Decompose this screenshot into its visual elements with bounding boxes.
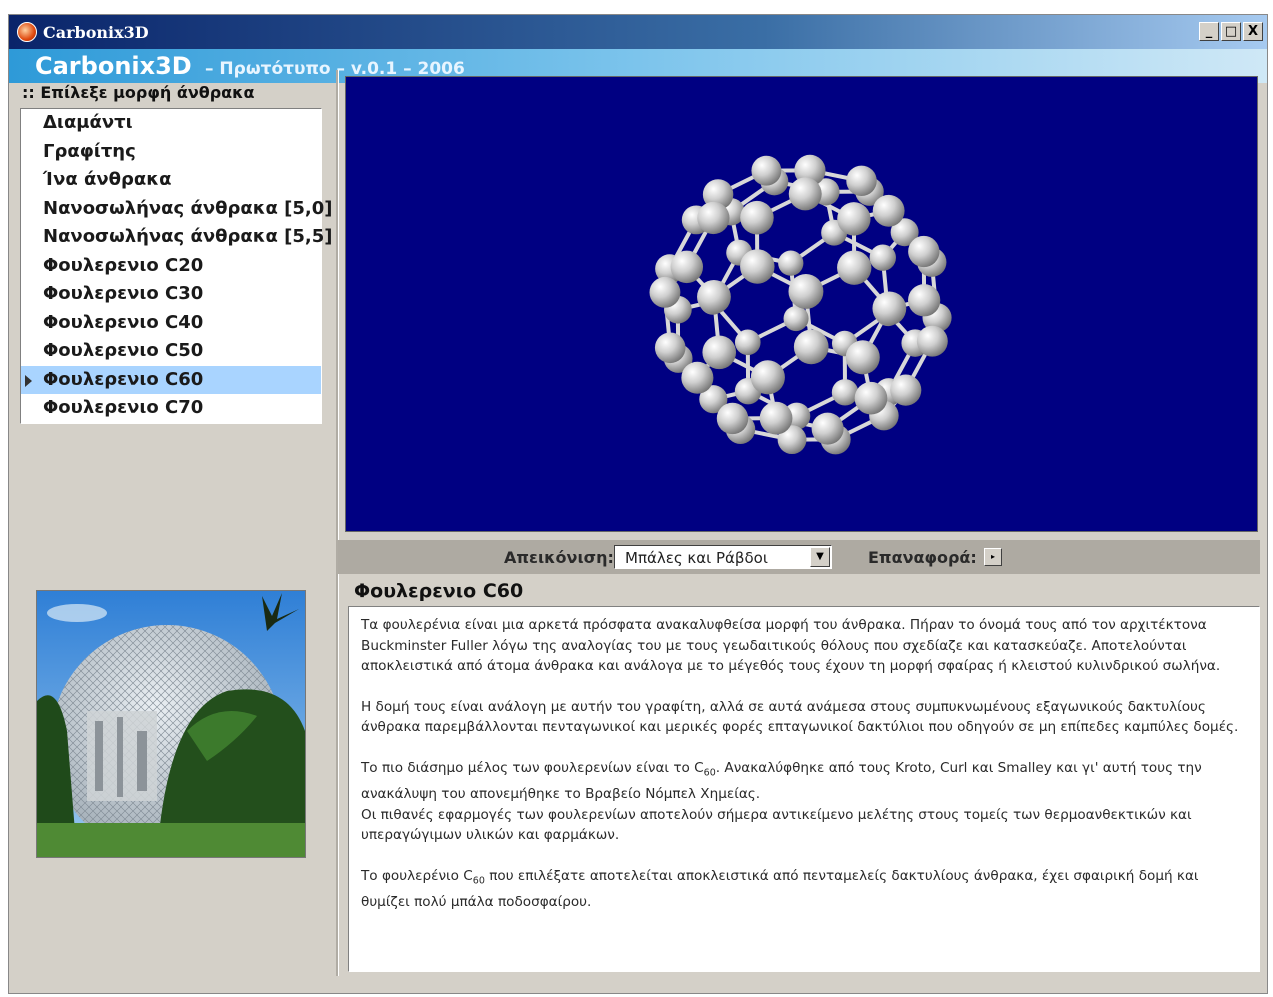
carbon-atom	[702, 335, 737, 370]
carbon-atom	[654, 332, 686, 364]
description-paragraph: Το φουλερένιο C60 που επιλέξατε αποτελεί…	[361, 868, 1199, 911]
carbon-atom	[890, 374, 922, 406]
list-item[interactable]: Νανοσωλήνας άνθρακα [5,5]	[21, 223, 333, 252]
list-item[interactable]: Φουλερενιο C50	[21, 337, 321, 366]
description-paragraph: Η δομή τους είναι ανάλογη με αυτήν του γ…	[361, 698, 1239, 736]
carbon-atom	[788, 273, 824, 309]
description-paragraph: Το πιο διάσημο μέλος των φουλερενίων είν…	[361, 759, 1202, 803]
carbon-atom	[788, 177, 822, 211]
carbon-atom	[869, 244, 896, 271]
maximize-button[interactable]: □	[1221, 22, 1241, 41]
window-controls: _ □ X	[1199, 22, 1263, 41]
close-button[interactable]: X	[1243, 22, 1263, 41]
carbon-atom	[697, 279, 731, 314]
list-item-label: Φουλερενιο C50	[43, 340, 204, 361]
banner-app-name: Carbonix3D	[35, 52, 192, 80]
selection-arrow-icon	[25, 374, 32, 387]
carbon-atom	[845, 340, 880, 375]
app-icon	[17, 22, 37, 42]
carbon-atom	[751, 155, 782, 186]
list-item[interactable]: Φουλερενιο C40	[21, 309, 321, 338]
list-item[interactable]: Φουλερενιο C20	[21, 252, 321, 281]
carbon-atom	[854, 381, 888, 415]
panel-splitter[interactable]	[336, 70, 339, 976]
list-item[interactable]: Νανοσωλήνας άνθρακα [5,0]	[21, 195, 333, 224]
carbon-atom	[681, 361, 714, 394]
carbon-atom	[716, 402, 749, 435]
c60-molecule-render	[649, 154, 952, 455]
carbon-atom	[916, 325, 948, 357]
description-paragraph: Τα φουλερένια είναι μια αρκετά πρόσφατα …	[361, 617, 1221, 675]
list-item-label: Φουλερενιο C30	[43, 283, 204, 304]
carbon-atom	[908, 235, 940, 268]
list-caption: :: Επίλεξε μορφή άνθρακα	[22, 83, 255, 102]
carbon-atom	[783, 306, 809, 332]
carbon-atom	[697, 201, 730, 235]
carbon-atom	[831, 379, 859, 406]
carbon-atom	[837, 202, 871, 236]
list-item[interactable]: Φουλερενιο C60	[21, 365, 321, 394]
minimize-button[interactable]: _	[1199, 22, 1219, 41]
display-toolbar: Απεικόνιση: Μπάλες και Ράβδοι ▼ Επαναφορ…	[338, 540, 1260, 574]
carbon-atom	[740, 249, 775, 284]
title-bar[interactable]: Carbonix3D _ □ X	[9, 15, 1267, 49]
carbon-atom	[750, 360, 785, 395]
list-item[interactable]: Ίνα άνθρακα	[21, 166, 321, 195]
list-item-label: Γραφίτης	[43, 140, 136, 162]
list-item-label: Ίνα άνθρακα	[43, 169, 172, 190]
window-title: Carbonix3D	[43, 23, 149, 42]
carbon-atom	[872, 194, 905, 227]
geodesic-dome-photo	[36, 590, 306, 858]
carbon-atom	[846, 165, 877, 197]
molecule-3d-viewport[interactable]	[345, 76, 1258, 532]
list-item-label: Φουλερενιο C20	[43, 254, 204, 276]
carbon-atom	[908, 284, 941, 317]
list-item[interactable]: Φουλερενιο C30	[21, 280, 321, 309]
reset-label: Επαναφορά:	[868, 548, 977, 567]
list-item-label: Νανοσωλήνας άνθρακα [5,5]	[43, 226, 333, 247]
list-item-label: Διαμάντι	[43, 112, 133, 133]
description-paragraph: Οι πιθανές εφαρμογές των φουλερενίων απο…	[361, 806, 1192, 844]
carbon-atom	[734, 329, 761, 356]
display-mode-select[interactable]: Μπάλες και Ράβδοι ▼	[614, 545, 832, 569]
carbon-atom	[793, 329, 829, 365]
list-item[interactable]: Γραφίτης	[21, 138, 321, 167]
carbon-atom	[837, 250, 872, 285]
carbon-atom	[872, 291, 907, 326]
carbon-atom	[740, 200, 774, 235]
carbon-atom	[649, 276, 681, 308]
chevron-down-icon[interactable]: ▼	[810, 547, 830, 567]
carbon-form-list[interactable]: Διαμάντι Γραφίτης Ίνα άνθρακα Νανοσωλήνας ά…	[20, 108, 333, 424]
reset-button[interactable]: ▸	[984, 548, 1002, 566]
description-text-box[interactable]: Τα φουλερένια είναι μια αρκετά πρόσφατα …	[348, 606, 1260, 972]
list-item[interactable]: Διαμάντι	[21, 109, 321, 138]
description-title: Φουλερενιο C60	[354, 580, 524, 602]
carbon-atom	[759, 401, 793, 435]
list-item-label: Νανοσωλήνας άνθρακα [5,0]	[43, 197, 333, 219]
carbon-atom	[670, 250, 704, 284]
carbon-atom	[811, 412, 844, 445]
list-item-label: Φουλερενιο C40	[43, 311, 204, 333]
display-mode-label: Απεικόνιση:	[504, 548, 614, 567]
carbon-atom	[778, 250, 804, 276]
list-item[interactable]: Φουλερενιο C70	[21, 394, 321, 423]
list-item-label: Φουλερενιο C60	[43, 368, 204, 390]
display-mode-value: Μπάλες και Ράβδοι	[625, 549, 768, 567]
list-item-label: Φουλερενιο C70	[43, 397, 204, 418]
